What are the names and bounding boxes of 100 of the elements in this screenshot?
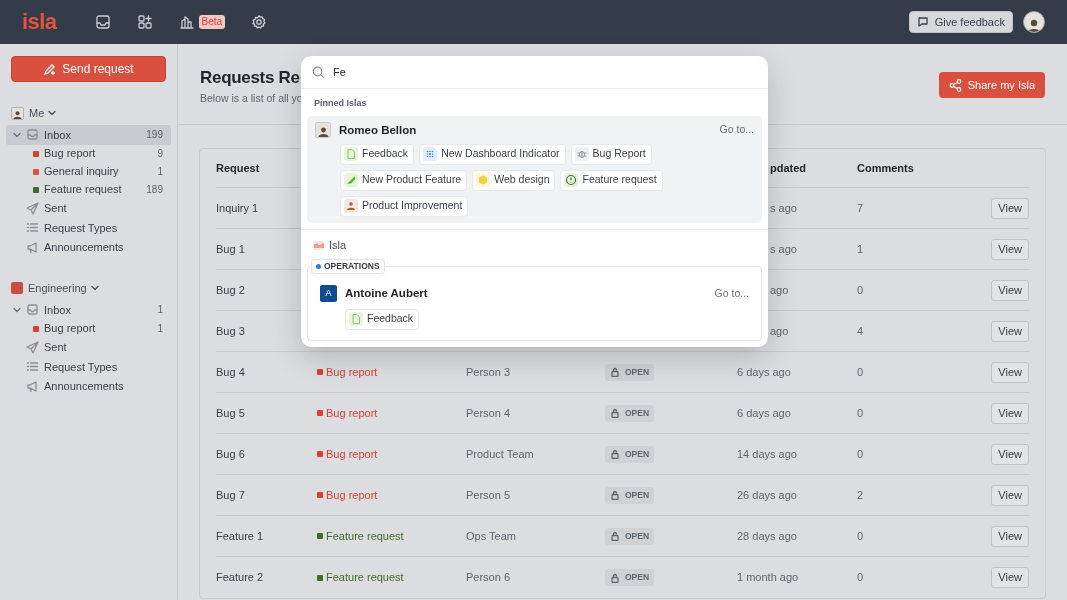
speech-bubble-icon [916,16,929,28]
view-button[interactable]: View [991,238,1029,260]
sidebar-item[interactable]: Announcements [6,237,171,257]
table-cell-text: Feature 2 [216,570,265,586]
section-label: Pinned Islas [313,97,368,110]
group-dropdown[interactable]: Engineering [28,279,99,297]
table-cell-text: 0 [857,528,865,544]
sidebar-item[interactable]: Announcements [6,376,171,396]
go-to-link[interactable]: Go to... [719,122,754,138]
result-card[interactable]: A Antoine Aubert Go to... Feedback [320,285,749,330]
view-button[interactable]: View [991,197,1029,219]
sidebar-item[interactable]: Inbox 1 [6,300,171,320]
initial-avatar: A [320,285,337,303]
table-cell-text: Bug 2 [216,282,246,298]
column-header: Comments [857,160,915,176]
beta-badge: Beta [198,15,226,29]
settings-icon [251,14,268,30]
group-dropdown[interactable]: Me [29,104,57,122]
status-badge: OPEN [605,527,655,545]
sidebar-subitem[interactable]: Bug report 1 [6,319,171,338]
sidebar-subitem[interactable]: Bug report 9 [6,144,171,163]
result-card[interactable]: Romeo Bellon Go to... Feedback New Dashboard Indicator Bug Report New Product Feature Web design Feature request Product Improvement [307,115,762,223]
share-icon [948,78,962,92]
request-type-label: Bug report [317,445,466,463]
table-cell-text: 0 [857,405,865,421]
feedback-button[interactable]: Give feedback [908,11,1013,33]
table-cell-text: 0 [857,446,865,462]
inbox-icon [26,128,39,142]
status-badge: OPEN [605,363,655,381]
avatar[interactable] [1023,11,1045,33]
search-field[interactable]: Fe [301,56,768,89]
nav-button[interactable] [136,14,153,30]
table-cell-text: 28 days ago [737,528,798,544]
pencil-plus-icon [43,62,57,76]
table-cell-text: 6 days ago [737,405,792,421]
table-cell-text: 1 [857,241,865,257]
view-button[interactable]: View [991,279,1029,301]
sidebar-subitem[interactable]: General inquiry 1 [6,162,171,181]
table-cell-text: ago [770,282,790,298]
table-cell-text: 7 [857,200,865,216]
megaphone-icon [26,379,39,393]
sidebar-item[interactable]: Sent [6,337,171,357]
form-chip[interactable]: New Dashboard Indicator [419,143,566,165]
result-name: Romeo Bellon [339,122,418,138]
table-cell-text: Feature 1 [216,528,265,544]
table-cell-text: ago [770,323,790,339]
request-type-label: Bug report [317,486,466,504]
table-cell-text: Bug 3 [216,323,246,339]
unlock-icon [610,572,620,583]
form-chip[interactable]: Web design [472,169,556,191]
table-cell-text: Bug 7 [216,487,246,503]
form-chip[interactable]: New Product Feature [340,169,468,191]
table-cell-text: 6 days ago [737,364,792,380]
form-chip[interactable]: Feedback [340,143,415,165]
go-to-link[interactable]: Go to... [714,286,749,302]
form-chip[interactable]: Bug Report [570,143,652,165]
form-chip[interactable]: Feature request [560,169,663,191]
nav-button[interactable] [94,14,111,30]
sidebar-item[interactable]: Inbox 199 [6,125,171,145]
nav-button[interactable] [251,14,268,30]
unlock-icon [610,490,620,500]
sidebar-item[interactable]: Request Types [6,218,171,238]
alert-circle-icon [564,173,579,188]
unlock-icon [610,367,620,377]
form-chip[interactable]: Feedback [345,308,420,330]
view-button[interactable]: View [991,484,1029,506]
table-cell-text: 26 days ago [737,487,798,503]
send-request-button[interactable]: Send request [11,56,166,82]
column-header: pdated [770,160,808,176]
table-cell-text: Bug 6 [216,446,246,462]
hexagon-icon [476,173,491,188]
inbox-icon [26,303,39,317]
request-type-label: Feature request [317,569,466,586]
team-label: OPERATIONS [311,259,385,275]
view-button[interactable]: View [991,567,1029,588]
send-icon [26,201,39,215]
status-badge: OPEN [605,486,655,504]
inbox-icon [94,14,111,30]
table-cell-text: s ago [770,241,798,257]
view-button[interactable]: View [991,525,1029,547]
table-cell-text: Person 3 [466,364,512,380]
table-cell-text: Person 4 [466,405,512,421]
sidebar-item[interactable]: Sent [6,198,171,218]
column-header: Request [216,160,261,176]
chevron-down-icon [90,284,99,292]
result-name: Antoine Aubert [345,286,429,302]
view-button[interactable]: View [991,320,1029,342]
table-cell-text: 4 [857,323,865,339]
sidebar-subitem[interactable]: Feature request 189 [6,180,171,199]
view-button[interactable]: View [991,361,1029,383]
view-button[interactable]: View [991,443,1029,465]
table-cell-text: 0 [857,570,865,586]
table-cell-text: Inquiry 1 [216,200,260,216]
sidebar-item[interactable]: Request Types [6,357,171,377]
status-badge: OPEN [605,569,655,586]
view-button[interactable]: View [991,402,1029,424]
request-type-label: Bug report [317,404,466,422]
request-type-label: Bug report [317,363,466,381]
form-chip[interactable]: Product Improvement [340,195,469,217]
share-button[interactable]: Share my Isla [938,72,1045,98]
